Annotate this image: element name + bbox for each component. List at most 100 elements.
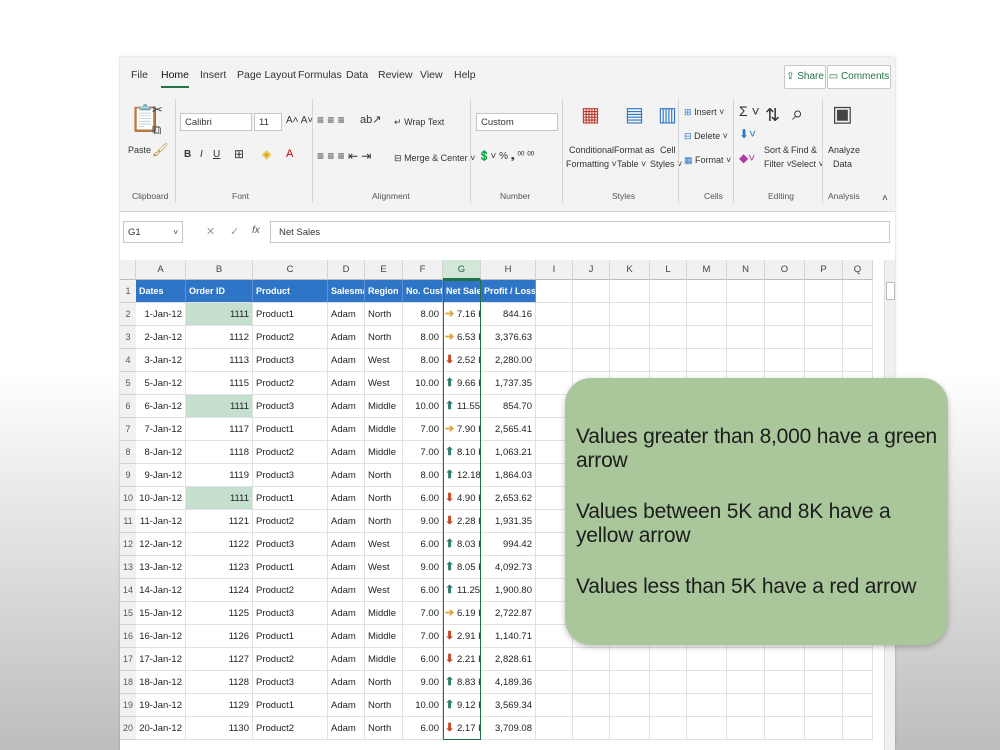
empty-cell[interactable]: [805, 349, 843, 372]
table-cell[interactable]: 1,900.80: [481, 579, 536, 602]
empty-cell[interactable]: [765, 326, 805, 349]
table-cell[interactable]: ⬆8.10 K: [443, 441, 481, 464]
empty-cell[interactable]: [650, 326, 687, 349]
table-cell[interactable]: 20-Jan-12: [136, 717, 186, 740]
table-cell[interactable]: West: [365, 349, 403, 372]
table-cell[interactable]: Adam: [328, 671, 365, 694]
table-cell[interactable]: Middle: [365, 648, 403, 671]
row-header[interactable]: 17: [120, 648, 136, 671]
table-cell[interactable]: 9-Jan-12: [136, 464, 186, 487]
comments-button[interactable]: ▭ Comments: [827, 65, 891, 89]
analyze-data-label[interactable]: Analyze: [828, 145, 860, 155]
empty-cell[interactable]: [573, 648, 610, 671]
row-header[interactable]: 8: [120, 441, 136, 464]
table-cell[interactable]: 1-Jan-12: [136, 303, 186, 326]
table-cell[interactable]: ⬆12.18 K: [443, 464, 481, 487]
table-cell[interactable]: ⬇2.91 K: [443, 625, 481, 648]
table-cell[interactable]: Adam: [328, 625, 365, 648]
table-cell[interactable]: 10.00: [403, 694, 443, 717]
table-cell[interactable]: 10-Jan-12: [136, 487, 186, 510]
empty-cell[interactable]: [727, 280, 765, 303]
enter-icon[interactable]: ✓: [230, 225, 239, 238]
empty-cell[interactable]: [536, 349, 573, 372]
empty-cell[interactable]: [650, 303, 687, 326]
table-cell[interactable]: 2,653.62: [481, 487, 536, 510]
table-cell[interactable]: 1,737.35: [481, 372, 536, 395]
table-cell[interactable]: 1130: [186, 717, 253, 740]
table-cell[interactable]: 1115: [186, 372, 253, 395]
table-cell[interactable]: Product3: [253, 602, 328, 625]
table-cell[interactable]: 15-Jan-12: [136, 602, 186, 625]
conditional-formatting-label[interactable]: Conditional: [569, 145, 614, 155]
empty-cell[interactable]: [805, 671, 843, 694]
sort-filter-icon[interactable]: ⇅: [765, 105, 780, 126]
column-header[interactable]: P: [805, 260, 843, 280]
table-cell[interactable]: 1128: [186, 671, 253, 694]
table-cell[interactable]: 13-Jan-12: [136, 556, 186, 579]
wrap-text-button[interactable]: ↵ Wrap Text: [394, 117, 444, 128]
column-header[interactable]: I: [536, 260, 573, 280]
table-cell[interactable]: Product1: [253, 418, 328, 441]
table-cell[interactable]: 7.00: [403, 625, 443, 648]
empty-cell[interactable]: [765, 349, 805, 372]
conditional-formatting-icon[interactable]: ▦: [581, 105, 600, 125]
empty-cell[interactable]: [727, 671, 765, 694]
menu-review[interactable]: Review: [378, 69, 412, 81]
table-cell[interactable]: ⬆9.66 K: [443, 372, 481, 395]
table-cell[interactable]: 2-Jan-12: [136, 326, 186, 349]
bold-icon[interactable]: B: [184, 149, 191, 160]
table-cell[interactable]: ➔6.19 K: [443, 602, 481, 625]
table-cell[interactable]: Product3: [253, 671, 328, 694]
table-cell[interactable]: North: [365, 717, 403, 740]
empty-cell[interactable]: [687, 280, 727, 303]
empty-cell[interactable]: [536, 671, 573, 694]
cancel-icon[interactable]: ✕: [206, 225, 215, 238]
row-header[interactable]: 7: [120, 418, 136, 441]
table-cell[interactable]: North: [365, 671, 403, 694]
table-cell[interactable]: 2,828.61: [481, 648, 536, 671]
table-cell[interactable]: North: [365, 464, 403, 487]
empty-cell[interactable]: [805, 280, 843, 303]
row-header[interactable]: 13: [120, 556, 136, 579]
table-cell[interactable]: Product2: [253, 372, 328, 395]
table-cell[interactable]: 1127: [186, 648, 253, 671]
column-header[interactable]: K: [610, 260, 650, 280]
empty-cell[interactable]: [650, 717, 687, 740]
column-header[interactable]: B: [186, 260, 253, 280]
table-cell[interactable]: 7.00: [403, 441, 443, 464]
table-cell[interactable]: 1111: [186, 487, 253, 510]
empty-cell[interactable]: [843, 326, 873, 349]
table-cell[interactable]: Product3: [253, 533, 328, 556]
table-cell[interactable]: Adam: [328, 372, 365, 395]
table-cell[interactable]: 1129: [186, 694, 253, 717]
table-cell[interactable]: North: [365, 326, 403, 349]
empty-cell[interactable]: [843, 671, 873, 694]
table-cell[interactable]: West: [365, 579, 403, 602]
empty-cell[interactable]: [727, 694, 765, 717]
row-header[interactable]: 1: [120, 280, 136, 303]
table-cell[interactable]: 3,376.63: [481, 326, 536, 349]
empty-cell[interactable]: [573, 349, 610, 372]
font-name-select[interactable]: Calibri: [180, 113, 252, 131]
table-cell[interactable]: North: [365, 694, 403, 717]
empty-cell[interactable]: [805, 717, 843, 740]
empty-cell[interactable]: [765, 717, 805, 740]
delete-cells-button[interactable]: ⊟ Delete ˅: [684, 131, 728, 142]
empty-cell[interactable]: [650, 694, 687, 717]
menu-help[interactable]: Help: [454, 69, 476, 81]
conditional-formatting-label-2[interactable]: Formatting ˅: [566, 159, 617, 169]
table-cell[interactable]: Product1: [253, 556, 328, 579]
table-header-cell[interactable]: Order ID: [186, 280, 253, 303]
column-header[interactable]: E: [365, 260, 403, 280]
column-header[interactable]: F: [403, 260, 443, 280]
table-cell[interactable]: 18-Jan-12: [136, 671, 186, 694]
menu-file[interactable]: File: [131, 69, 148, 81]
table-cell[interactable]: ⬇2.28 K: [443, 510, 481, 533]
table-cell[interactable]: 14-Jan-12: [136, 579, 186, 602]
menu-view[interactable]: View: [420, 69, 443, 81]
table-cell[interactable]: ⬆8.83 K: [443, 671, 481, 694]
table-cell[interactable]: Middle: [365, 602, 403, 625]
empty-cell[interactable]: [805, 303, 843, 326]
table-cell[interactable]: ⬆8.05 K: [443, 556, 481, 579]
table-cell[interactable]: ⬇2.52 K: [443, 349, 481, 372]
